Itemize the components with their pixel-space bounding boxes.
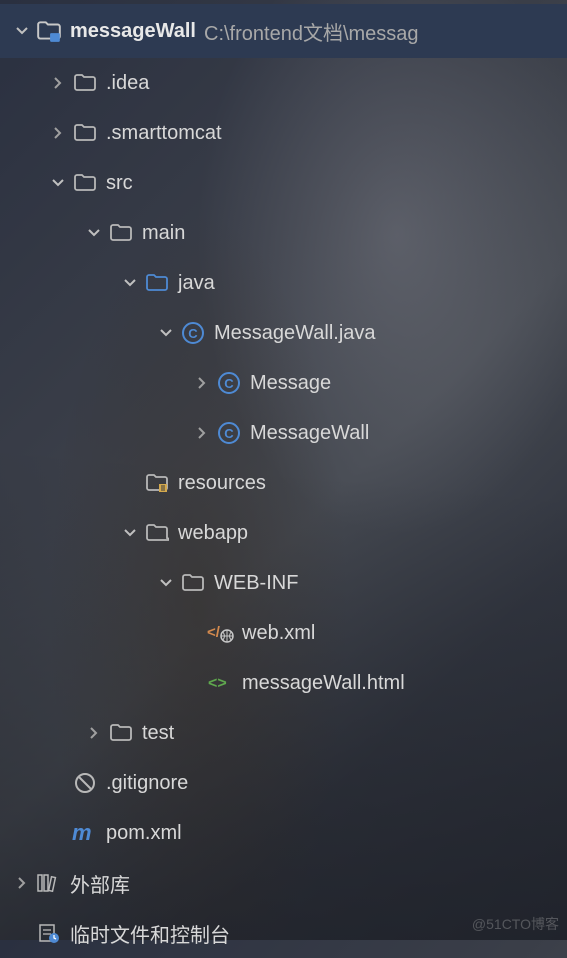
chevron-right-icon (82, 726, 106, 740)
node-label: WEB-INF (214, 572, 298, 595)
svg-text:C: C (224, 426, 234, 441)
svg-text:C: C (188, 326, 198, 341)
chevron-down-icon (118, 276, 142, 290)
resources-folder-icon (142, 471, 172, 495)
tree-node-messagewall-html[interactable]: <> messageWall.html (0, 658, 567, 708)
node-label: .smarttomcat (106, 122, 222, 145)
library-icon (34, 871, 64, 895)
chevron-down-icon (46, 176, 70, 190)
scratches-icon (34, 921, 64, 945)
node-label: webapp (178, 522, 248, 545)
chevron-down-icon (154, 576, 178, 590)
tree-node-messagewall-java[interactable]: C MessageWall.java (0, 308, 567, 358)
chevron-down-icon (10, 24, 34, 38)
maven-icon: m (70, 821, 100, 845)
tree-node-webapp[interactable]: webapp (0, 508, 567, 558)
root-path: C:\frontend文档\messag (204, 17, 419, 46)
chevron-right-icon (190, 376, 214, 390)
folder-icon (70, 171, 100, 195)
tree-node-java[interactable]: java (0, 258, 567, 308)
tree-root-node[interactable]: messageWall C:\frontend文档\messag (0, 4, 567, 58)
node-label: 临时文件和控制台 (70, 919, 230, 948)
svg-text:m: m (72, 821, 92, 845)
node-label: java (178, 272, 215, 295)
node-label: MessageWall (250, 422, 369, 445)
node-label: main (142, 222, 185, 245)
chevron-right-icon (190, 426, 214, 440)
java-class-icon: C (214, 421, 244, 445)
tree-node-webxml[interactable]: </ web.xml (0, 608, 567, 658)
watermark: @51CTO博客 (472, 914, 559, 934)
folder-icon (70, 121, 100, 145)
module-folder-icon (34, 18, 64, 44)
tree-node-messagewall-class[interactable]: C MessageWall (0, 408, 567, 458)
chevron-down-icon (118, 526, 142, 540)
tree-node-main[interactable]: main (0, 208, 567, 258)
chevron-right-icon (46, 76, 70, 90)
tree-node-src[interactable]: src (0, 158, 567, 208)
source-folder-icon (142, 271, 172, 295)
folder-icon (142, 521, 172, 545)
svg-text:<>: <> (208, 675, 227, 692)
tree-node-pomxml[interactable]: m pom.xml (0, 808, 567, 858)
gitignore-icon (70, 771, 100, 795)
folder-icon (178, 571, 208, 595)
tree-node-message-class[interactable]: C Message (0, 358, 567, 408)
tree-node-external-libs[interactable]: 外部库 (0, 858, 567, 908)
tree-node-idea[interactable]: .idea (0, 58, 567, 108)
node-label: .idea (106, 72, 149, 95)
node-label: pom.xml (106, 822, 182, 845)
root-name: messageWall (70, 20, 196, 43)
chevron-down-icon (82, 226, 106, 240)
project-tree: messageWall C:\frontend文档\messag .idea .… (0, 0, 567, 958)
node-label: .gitignore (106, 772, 188, 795)
tree-node-test[interactable]: test (0, 708, 567, 758)
tree-node-smarttomcat[interactable]: .smarttomcat (0, 108, 567, 158)
chevron-right-icon (10, 876, 34, 890)
folder-icon (106, 721, 136, 745)
node-label: resources (178, 472, 266, 495)
folder-icon (70, 71, 100, 95)
node-label: Message (250, 372, 331, 395)
folder-icon (106, 221, 136, 245)
java-class-icon: C (214, 371, 244, 395)
node-label: src (106, 172, 133, 195)
tree-node-resources[interactable]: resources (0, 458, 567, 508)
svg-text:C: C (224, 376, 234, 391)
chevron-right-icon (46, 126, 70, 140)
node-label: MessageWall.java (214, 322, 376, 345)
xml-web-icon: </ (206, 621, 236, 645)
node-label: 外部库 (70, 869, 130, 898)
node-label: test (142, 722, 174, 745)
chevron-down-icon (154, 326, 178, 340)
tree-node-webinf[interactable]: WEB-INF (0, 558, 567, 608)
java-class-icon: C (178, 321, 208, 345)
html-file-icon: <> (206, 671, 236, 695)
svg-text:</: </ (207, 624, 221, 641)
node-label: messageWall.html (242, 672, 405, 695)
node-label: web.xml (242, 622, 315, 645)
tree-node-gitignore[interactable]: .gitignore (0, 758, 567, 808)
